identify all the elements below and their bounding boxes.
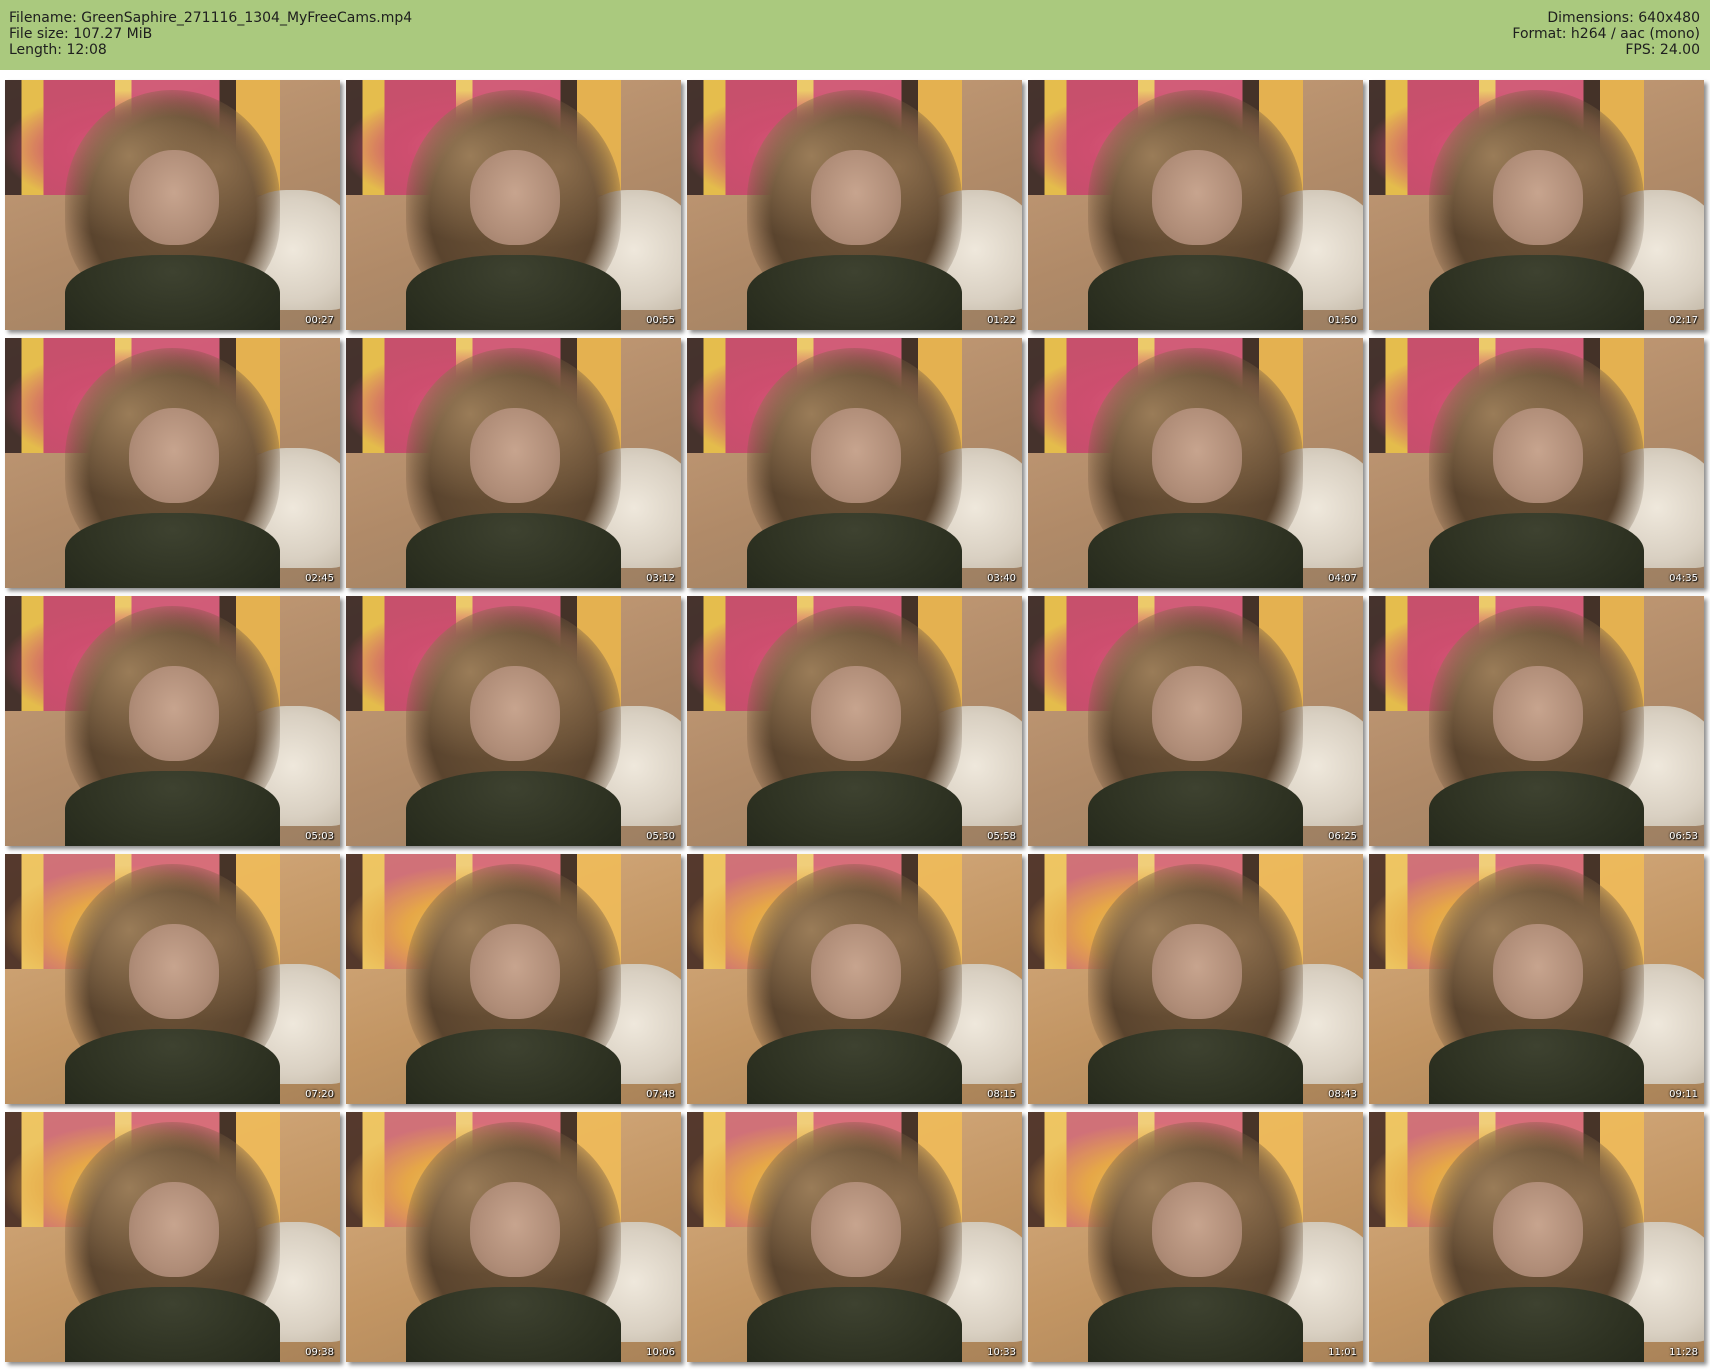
format-text: Format: h264 / aac (mono) — [1512, 26, 1700, 42]
thumbnail-timestamp: 02:17 — [1669, 315, 1698, 326]
frame-image — [687, 854, 1022, 1104]
video-thumbnail[interactable]: 07:48 — [346, 854, 681, 1104]
frame-image — [1369, 854, 1704, 1104]
frame-image — [687, 338, 1022, 588]
frame-image — [1369, 596, 1704, 846]
thumbnail-timestamp: 09:38 — [305, 1347, 334, 1358]
thumbnail-timestamp: 01:50 — [1328, 315, 1357, 326]
thumbnail-timestamp: 08:15 — [987, 1089, 1016, 1100]
video-thumbnail[interactable]: 05:30 — [346, 596, 681, 846]
dimensions-text: Dimensions: 640x480 — [1547, 10, 1700, 26]
thumbnail-timestamp: 05:58 — [987, 831, 1016, 842]
video-thumbnail[interactable]: 10:33 — [687, 1112, 1022, 1362]
length-text: Length: 12:08 — [9, 42, 107, 58]
thumbnail-timestamp: 00:27 — [305, 315, 334, 326]
thumbnail-timestamp: 03:40 — [987, 573, 1016, 584]
thumbnail-timestamp: 11:28 — [1669, 1347, 1698, 1358]
frame-image — [5, 854, 340, 1104]
thumbnail-timestamp: 00:55 — [646, 315, 675, 326]
thumbnail-timestamp: 06:53 — [1669, 831, 1698, 842]
video-thumbnail[interactable]: 02:17 — [1369, 80, 1704, 330]
frame-image — [5, 596, 340, 846]
frame-image — [346, 1112, 681, 1362]
frame-image — [1369, 80, 1704, 330]
video-thumbnail[interactable]: 00:27 — [5, 80, 340, 330]
frame-image — [346, 596, 681, 846]
filesize-text: File size: 107.27 MiB — [9, 26, 153, 42]
frame-image — [687, 80, 1022, 330]
video-thumbnail[interactable]: 09:38 — [5, 1112, 340, 1362]
video-thumbnail[interactable]: 01:22 — [687, 80, 1022, 330]
thumbnail-timestamp: 03:12 — [646, 573, 675, 584]
video-thumbnail[interactable]: 04:35 — [1369, 338, 1704, 588]
thumbnail-grid: 00:27 00:55 01:22 01:50 02:17 02:45 03:12 03:40… — [5, 80, 1710, 1370]
frame-image — [1028, 854, 1363, 1104]
frame-image — [346, 854, 681, 1104]
thumbnail-timestamp: 05:03 — [305, 831, 334, 842]
video-thumbnail[interactable]: 06:53 — [1369, 596, 1704, 846]
video-info-header: Filename: GreenSaphire_271116_1304_MyFre… — [0, 0, 1710, 70]
thumbnail-timestamp: 07:20 — [305, 1089, 334, 1100]
video-thumbnail[interactable]: 11:01 — [1028, 1112, 1363, 1362]
frame-image — [1369, 1112, 1704, 1362]
thumbnail-timestamp: 11:01 — [1328, 1347, 1357, 1358]
video-thumbnail[interactable]: 01:50 — [1028, 80, 1363, 330]
video-thumbnail[interactable]: 09:11 — [1369, 854, 1704, 1104]
frame-image — [5, 80, 340, 330]
thumbnail-timestamp: 01:22 — [987, 315, 1016, 326]
thumbnail-timestamp: 10:33 — [987, 1347, 1016, 1358]
frame-image — [687, 1112, 1022, 1362]
thumbnail-timestamp: 02:45 — [305, 573, 334, 584]
frame-image — [687, 596, 1022, 846]
frame-image — [5, 338, 340, 588]
video-thumbnail[interactable]: 07:20 — [5, 854, 340, 1104]
frame-image — [1028, 80, 1363, 330]
video-thumbnail[interactable]: 03:12 — [346, 338, 681, 588]
frame-image — [1028, 338, 1363, 588]
video-thumbnail[interactable]: 10:06 — [346, 1112, 681, 1362]
video-thumbnail[interactable]: 05:03 — [5, 596, 340, 846]
thumbnail-timestamp: 09:11 — [1669, 1089, 1698, 1100]
thumbnail-timestamp: 04:07 — [1328, 573, 1357, 584]
thumbnail-timestamp: 04:35 — [1669, 573, 1698, 584]
fps-text: FPS: 24.00 — [1625, 42, 1700, 58]
video-thumbnail[interactable]: 05:58 — [687, 596, 1022, 846]
frame-image — [1369, 338, 1704, 588]
file-info-left: Filename: GreenSaphire_271116_1304_MyFre… — [9, 10, 412, 58]
thumbnail-timestamp: 08:43 — [1328, 1089, 1357, 1100]
video-thumbnail[interactable]: 04:07 — [1028, 338, 1363, 588]
frame-image — [346, 338, 681, 588]
frame-image — [1028, 596, 1363, 846]
video-thumbnail[interactable]: 00:55 — [346, 80, 681, 330]
frame-image — [346, 80, 681, 330]
filename-text: Filename: GreenSaphire_271116_1304_MyFre… — [9, 10, 413, 26]
video-thumbnail[interactable]: 11:28 — [1369, 1112, 1704, 1362]
video-thumbnail[interactable]: 06:25 — [1028, 596, 1363, 846]
video-thumbnail[interactable]: 02:45 — [5, 338, 340, 588]
stream-info-right: Dimensions: 640x480 Format: h264 / aac (… — [1512, 10, 1700, 58]
thumbnail-timestamp: 10:06 — [646, 1347, 675, 1358]
video-thumbnail[interactable]: 08:15 — [687, 854, 1022, 1104]
video-thumbnail[interactable]: 03:40 — [687, 338, 1022, 588]
video-thumbnail[interactable]: 08:43 — [1028, 854, 1363, 1104]
thumbnail-timestamp: 05:30 — [646, 831, 675, 842]
frame-image — [1028, 1112, 1363, 1362]
frame-image — [5, 1112, 340, 1362]
thumbnail-timestamp: 06:25 — [1328, 831, 1357, 842]
thumbnail-timestamp: 07:48 — [646, 1089, 675, 1100]
